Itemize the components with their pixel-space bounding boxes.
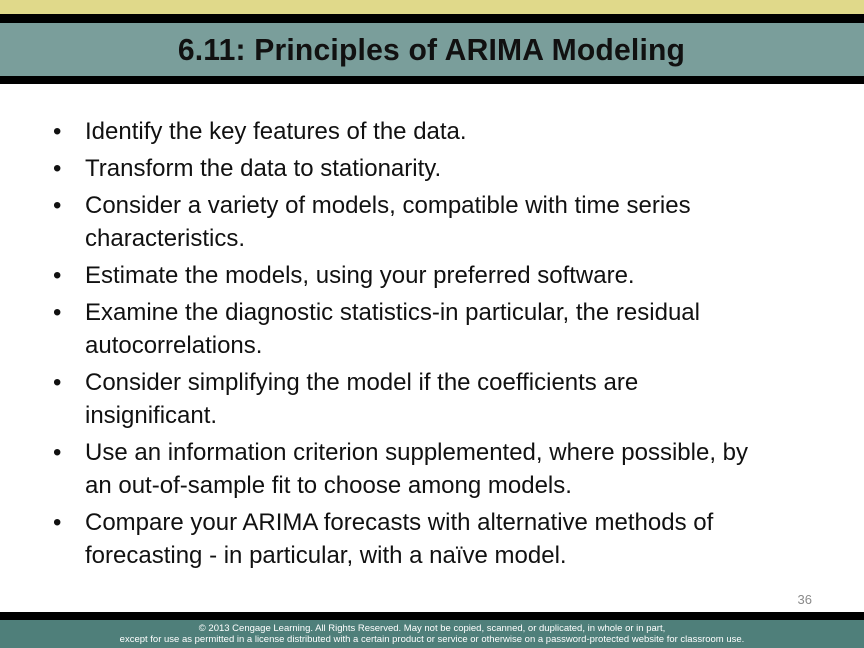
- bullet-text-continued: autocorrelations.: [85, 332, 263, 359]
- bullet-text: Transform the data to stationarity.: [85, 155, 442, 182]
- copyright-footer: © 2013 Cengage Learning. All Rights Rese…: [0, 620, 864, 648]
- bullet-icon: •: [53, 369, 62, 396]
- bullet-item: • Examine the diagnostic statistics-in p…: [0, 296, 864, 362]
- bullet-icon: •: [53, 118, 62, 145]
- bullet-item: • Consider a variety of models, compatib…: [0, 189, 864, 255]
- bullet-item: • Compare your ARIMA forecasts with alte…: [0, 506, 864, 572]
- page-number: 36: [797, 592, 812, 607]
- bullet-text: Consider simplifying the model if the co…: [85, 369, 639, 396]
- bullet-list: • Identify the key features of the data.…: [0, 115, 864, 572]
- slide-title: 6.11: Principles of ARIMA Modeling: [177, 31, 685, 67]
- top-divider: [0, 14, 864, 23]
- bullet-icon: •: [53, 299, 62, 326]
- bullet-text: Use an information criterion supplemente…: [85, 439, 749, 466]
- title-divider: [0, 76, 864, 84]
- bullet-text-continued: insignificant.: [85, 402, 218, 429]
- slide-content: • Identify the key features of the data.…: [0, 115, 864, 576]
- bullet-icon: •: [53, 439, 62, 466]
- bullet-icon: •: [53, 192, 62, 219]
- bullet-item: • Estimate the models, using your prefer…: [0, 259, 864, 292]
- top-accent-band: [0, 0, 864, 14]
- bullet-text: Examine the diagnostic statistics-in par…: [85, 299, 700, 326]
- bullet-text-continued: forecasting - in particular, with a naïv…: [85, 542, 567, 569]
- bullet-text-continued: characteristics.: [85, 225, 246, 252]
- bullet-item: • Transform the data to stationarity.: [0, 152, 864, 185]
- bullet-item: • Use an information criterion supplemen…: [0, 436, 864, 502]
- copyright-line-1: © 2013 Cengage Learning. All Rights Rese…: [198, 623, 666, 634]
- footer-divider: [0, 612, 864, 620]
- bullet-item: • Consider simplifying the model if the …: [0, 366, 864, 432]
- bullet-icon: •: [53, 509, 62, 536]
- bullet-icon: •: [53, 155, 62, 182]
- bullet-item: • Identify the key features of the data.: [0, 115, 864, 148]
- bullet-text: Identify the key features of the data.: [85, 118, 467, 145]
- title-banner: 6.11: Principles of ARIMA Modeling: [0, 23, 864, 76]
- bullet-text: Estimate the models, using your preferre…: [85, 262, 635, 289]
- copyright-line-2: except for use as permitted in a license…: [119, 634, 745, 645]
- bullet-text: Consider a variety of models, compatible…: [85, 192, 691, 219]
- bullet-text-continued: an out-of-sample fit to choose among mod…: [85, 472, 572, 499]
- bullet-icon: •: [53, 262, 62, 289]
- bullet-text: Compare your ARIMA forecasts with altern…: [85, 509, 714, 536]
